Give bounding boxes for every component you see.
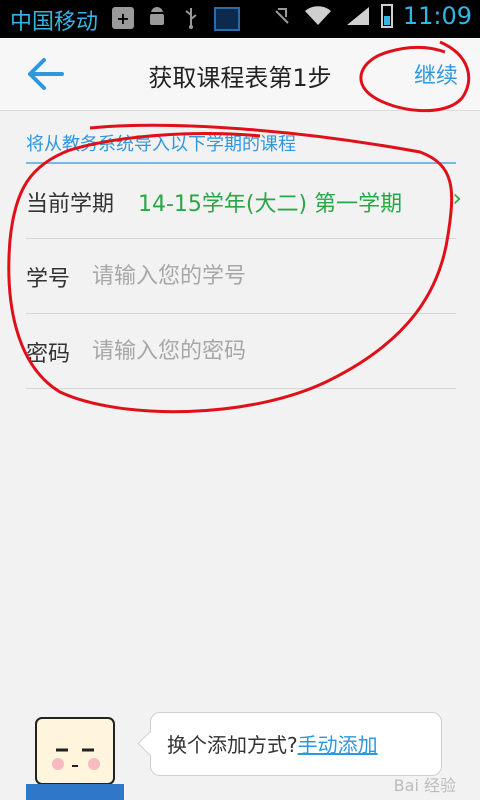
student-id-row: 学号 — [26, 239, 456, 314]
system-icons: 11:09 — [271, 2, 472, 30]
status-time: 11:09 — [402, 2, 472, 30]
chevron-right-icon: › — [452, 184, 462, 212]
alternative-method-bubble: 换个添加方式?手动添加 — [150, 712, 442, 776]
bubble-text: 换个添加方式?手动添加 — [167, 729, 378, 758]
password-label: 密码 — [26, 342, 71, 367]
mascot-image — [26, 717, 124, 800]
status-bar: 中国移动 + 11:09 — [0, 0, 480, 38]
android-icon — [146, 7, 168, 29]
import-notice: 将从教务系统导入以下学期的课程 — [26, 130, 456, 164]
student-id-label: 学号 — [26, 267, 71, 292]
watermark: Bai 经验 — [393, 776, 456, 795]
password-input[interactable] — [90, 332, 424, 370]
continue-button[interactable]: 继续 — [414, 58, 458, 90]
term-row[interactable]: 当前学期 14-15学年(大二) 第一学期 › — [26, 164, 462, 239]
battery-icon — [380, 4, 393, 28]
bubble-prompt: 换个添加方式? — [167, 733, 298, 757]
password-row: 密码 — [26, 314, 456, 389]
gallery-icon — [214, 7, 240, 31]
add-icon: + — [112, 7, 134, 29]
app-bar: 获取课程表第1步 继续 — [0, 38, 480, 111]
carrier-label: 中国移动 — [10, 10, 99, 35]
signal-icon — [343, 5, 371, 27]
usb-icon — [180, 7, 202, 29]
mute-icon — [271, 5, 293, 27]
term-value: 14-15学年(大二) 第一学期 — [138, 192, 403, 217]
annotation-overlay — [7, 40, 471, 414]
manual-add-link[interactable]: 手动添加 — [298, 733, 378, 757]
term-label: 当前学期 — [26, 192, 115, 217]
page-title: 获取课程表第1步 — [148, 64, 332, 92]
wifi-icon — [303, 5, 333, 27]
notification-icons: + — [112, 7, 240, 31]
student-id-input[interactable] — [90, 257, 424, 295]
login-form: 当前学期 14-15学年(大二) 第一学期 › 学号 密码 — [26, 164, 462, 389]
